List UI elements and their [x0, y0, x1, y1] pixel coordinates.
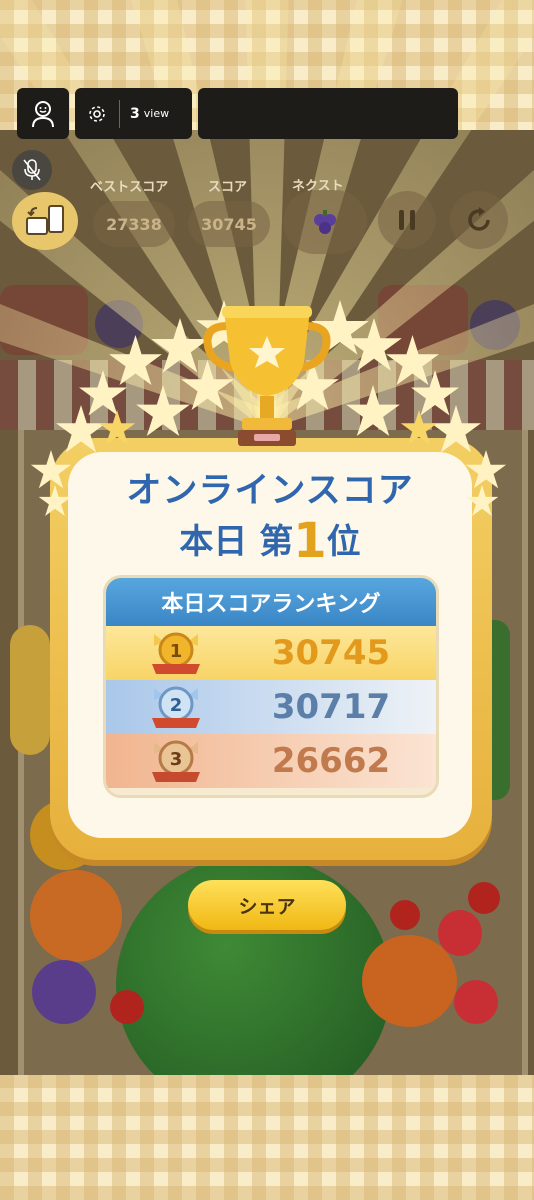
ranking-row-2: 2 30717 [106, 680, 436, 734]
daily-rank-suffix: 位 [326, 522, 361, 562]
ranking-score-1: 30745 [271, 633, 391, 673]
person-icon [32, 100, 54, 127]
mute-mic-button[interactable] [12, 150, 52, 190]
profile-button[interactable] [17, 88, 69, 139]
strawberry-fruit [438, 910, 482, 956]
viewer-label: view [143, 107, 170, 120]
share-button[interactable]: シェア [188, 880, 346, 930]
daily-rank-number: 1 [293, 513, 327, 569]
screen-switch-icon [26, 205, 64, 235]
ranking-score-2: 30717 [271, 687, 391, 727]
divider [119, 99, 120, 128]
screen-switch-button[interactable] [12, 192, 78, 250]
svg-text:2: 2 [170, 695, 183, 716]
gear-icon [89, 105, 105, 122]
ranking-table: 本日スコアランキング 1 30745 2 30717 3 26662 [103, 575, 439, 798]
best-score-label: ベストスコア [90, 180, 169, 195]
ranking-row-1: 1 30745 [106, 626, 436, 680]
pause-button[interactable] [378, 191, 436, 249]
pineapple-edge [10, 625, 50, 755]
medal-bronze-icon: 3 [152, 740, 200, 782]
viewer-count: 3 [130, 105, 140, 122]
cherry-fruit [110, 990, 144, 1024]
viewer-bar[interactable]: 3 view [75, 88, 192, 139]
next-fruit-preview [283, 190, 367, 254]
strawberry-fruit [454, 980, 498, 1024]
restart-icon [468, 207, 490, 231]
trophy-icon [203, 306, 331, 446]
grape-fruit [32, 960, 96, 1024]
cherry-fruit [468, 882, 500, 914]
modal-title: オンラインスコア [126, 471, 414, 511]
cherry-fruit [390, 900, 420, 930]
restart-button[interactable] [450, 191, 508, 249]
ranking-score-3: 26662 [271, 741, 391, 781]
mic-off-icon [23, 159, 41, 181]
medal-silver-icon: 2 [152, 686, 200, 728]
bottom-pattern-background [0, 1075, 534, 1200]
score-value: 30745 [188, 201, 270, 247]
best-score-value: 27338 [93, 201, 175, 247]
daily-rank-title: 本日 第1位 [68, 513, 472, 569]
status-bar-empty [198, 88, 458, 139]
pause-icon [399, 210, 415, 230]
grape-icon [314, 210, 336, 234]
svg-text:1: 1 [170, 641, 183, 662]
ranking-row-3: 3 26662 [106, 734, 436, 788]
orange-fruit [362, 935, 457, 1027]
orange-fruit [30, 870, 122, 962]
svg-text:3: 3 [170, 749, 183, 770]
score-label: スコア [208, 180, 248, 195]
ranking-header: 本日スコアランキング [106, 578, 436, 626]
daily-rank-prefix: 本日 第 [179, 522, 294, 562]
medal-gold-icon: 1 [152, 632, 200, 674]
